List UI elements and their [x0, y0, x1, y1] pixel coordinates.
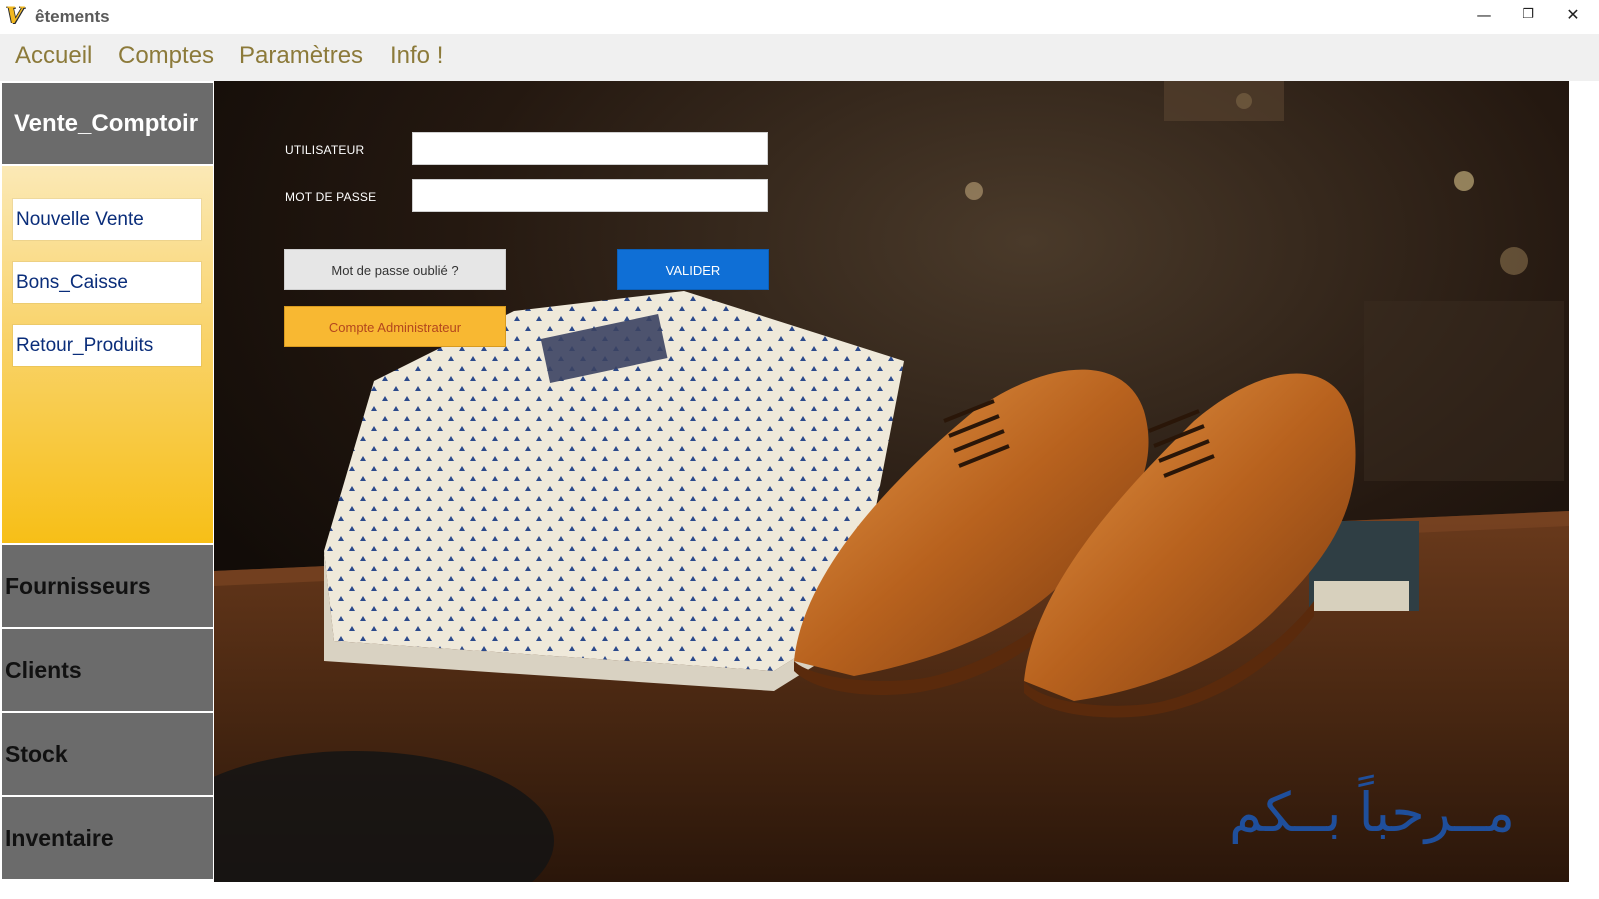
menu-bar: Accueil Comptes Paramètres Info !: [0, 34, 1599, 81]
app-logo-icon: V: [6, 3, 24, 29]
sidebar-header-vente-comptoir[interactable]: Vente_Comptoir: [2, 83, 213, 164]
username-input[interactable]: [412, 132, 768, 165]
password-input[interactable]: [412, 179, 768, 212]
menu-accueil[interactable]: Accueil: [15, 42, 92, 70]
sidebar-subpanel: Nouvelle Vente Bons_Caisse Retour_Produi…: [2, 166, 213, 543]
validate-button[interactable]: VALIDER: [617, 249, 769, 290]
title-bar: V êtements — ❐ ✕: [0, 0, 1599, 34]
sidebar-item-fournisseurs[interactable]: Fournisseurs: [2, 545, 213, 627]
bons-caisse-button[interactable]: Bons_Caisse: [13, 262, 201, 303]
nouvelle-vente-button[interactable]: Nouvelle Vente: [13, 199, 201, 240]
sidebar-item-clients[interactable]: Clients: [2, 629, 213, 711]
menu-parametres[interactable]: Paramètres: [239, 42, 363, 70]
sidebar: Vente_Comptoir Nouvelle Vente Bons_Caiss…: [0, 81, 214, 899]
bottom-margin: [214, 882, 1569, 899]
minimize-icon[interactable]: —: [1461, 0, 1507, 30]
window-title: êtements: [35, 7, 110, 26]
menu-comptes[interactable]: Comptes: [118, 42, 214, 70]
username-label: UTILISATEUR: [285, 143, 365, 157]
forgot-password-button[interactable]: Mot de passe oublié ?: [284, 249, 506, 290]
retour-produits-button[interactable]: Retour_Produits: [13, 325, 201, 366]
menu-info[interactable]: Info !: [390, 42, 443, 70]
right-margin: [1569, 81, 1599, 899]
admin-account-button[interactable]: Compte Administrateur: [284, 306, 506, 347]
close-icon[interactable]: ✕: [1550, 0, 1596, 30]
maximize-icon[interactable]: ❐: [1505, 0, 1551, 30]
welcome-text: مــرحباً بــكم: [1229, 781, 1516, 844]
sidebar-item-stock[interactable]: Stock: [2, 713, 213, 795]
password-label: MOT DE PASSE: [285, 190, 377, 204]
main-panel: UTILISATEUR MOT DE PASSE Mot de passe ou…: [214, 81, 1569, 882]
sidebar-item-inventaire[interactable]: Inventaire: [2, 797, 213, 879]
